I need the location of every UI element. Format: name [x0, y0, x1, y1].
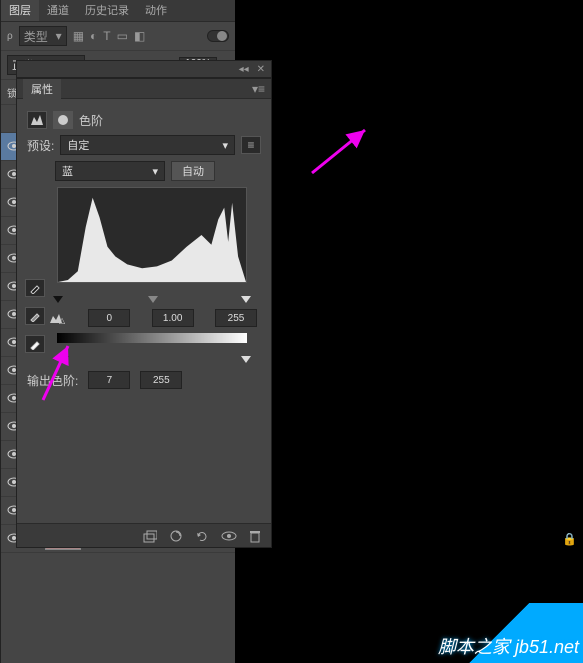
tab-channels[interactable]: 通道	[39, 0, 77, 21]
mask-icon[interactable]	[53, 111, 73, 129]
input-mid-handle[interactable]	[148, 296, 158, 303]
gray-eyedropper-icon[interactable]	[25, 307, 45, 325]
filter-adjust-icon[interactable]: ◐	[90, 29, 97, 43]
annotation-arrow	[310, 125, 370, 175]
output-label: 输出色阶:	[27, 372, 78, 389]
levels-icon	[27, 111, 47, 129]
input-black-handle[interactable]	[53, 296, 63, 303]
output-white-field[interactable]: 255	[140, 371, 182, 389]
filter-toggle[interactable]	[207, 30, 229, 42]
trash-icon[interactable]	[249, 529, 261, 543]
preset-label: 预设:	[27, 137, 54, 154]
filter-shape-icon[interactable]: ▭	[117, 29, 128, 43]
auto-button[interactable]: 自动	[171, 161, 215, 181]
preset-select[interactable]: 自定▾	[60, 135, 235, 155]
adjustment-title: 色阶	[79, 112, 103, 129]
properties-titlebar: 属性 ▾≡	[17, 79, 271, 99]
filter-select[interactable]: 类型▾	[19, 26, 67, 46]
properties-grip[interactable]: ◂◂ ✕	[16, 60, 272, 78]
visibility-icon[interactable]	[221, 529, 237, 543]
tab-history[interactable]: 历史记录	[77, 0, 137, 21]
clip-icon[interactable]	[143, 529, 157, 543]
lock-icon: 🔒	[562, 532, 577, 546]
black-eyedropper-icon[interactable]	[25, 279, 45, 297]
filter-type-icon[interactable]: T	[103, 29, 110, 43]
output-black-field[interactable]: 7	[88, 371, 130, 389]
output-black-handle[interactable]	[59, 356, 69, 363]
chevron-down-icon: ▾	[222, 139, 228, 152]
levels-warning-icon: △	[47, 309, 67, 327]
input-white-field[interactable]: 255	[215, 309, 257, 327]
filter-smart-icon[interactable]: ◧	[134, 29, 145, 43]
eyedroppers	[25, 279, 45, 353]
output-white-handle[interactable]	[241, 356, 251, 363]
watermark: 脚本之家 jb51.net	[438, 633, 579, 659]
previous-icon[interactable]	[169, 529, 183, 543]
output-slider[interactable]	[57, 347, 247, 357]
channel-select[interactable]: 蓝▾	[55, 161, 165, 181]
tab-layers[interactable]: 图层	[1, 0, 39, 21]
filter-row: ρ 类型▾ ▦ ◐ T ▭ ◧	[1, 22, 235, 51]
histogram	[57, 187, 247, 283]
input-white-handle[interactable]	[241, 296, 251, 303]
reset-icon[interactable]	[195, 529, 209, 543]
panel-menu-icon[interactable]: ▾≡	[252, 82, 265, 96]
close-icon[interactable]: ✕	[257, 64, 265, 75]
collapse-icon[interactable]: ◂◂	[239, 64, 249, 75]
white-eyedropper-icon[interactable]	[25, 335, 45, 353]
properties-footer	[17, 523, 271, 547]
properties-panel: 属性 ▾≡ 色阶 预设: 自定▾ ≡ 蓝▾ 自动	[16, 78, 272, 548]
filter-pixel-icon[interactable]: ▦	[73, 29, 84, 43]
preset-menu-icon[interactable]: ≡	[241, 136, 261, 154]
input-mid-field[interactable]: 1.00	[152, 309, 194, 327]
input-slider[interactable]	[57, 287, 247, 297]
svg-text:△: △	[59, 316, 65, 324]
properties-tab[interactable]: 属性	[23, 79, 61, 99]
tab-actions[interactable]: 动作	[137, 0, 175, 21]
layers-tabs: 图层 通道 历史记录 动作	[1, 0, 235, 22]
input-black-field[interactable]: 0	[88, 309, 130, 327]
chevron-down-icon: ▾	[152, 165, 158, 178]
output-gradient	[57, 333, 247, 343]
